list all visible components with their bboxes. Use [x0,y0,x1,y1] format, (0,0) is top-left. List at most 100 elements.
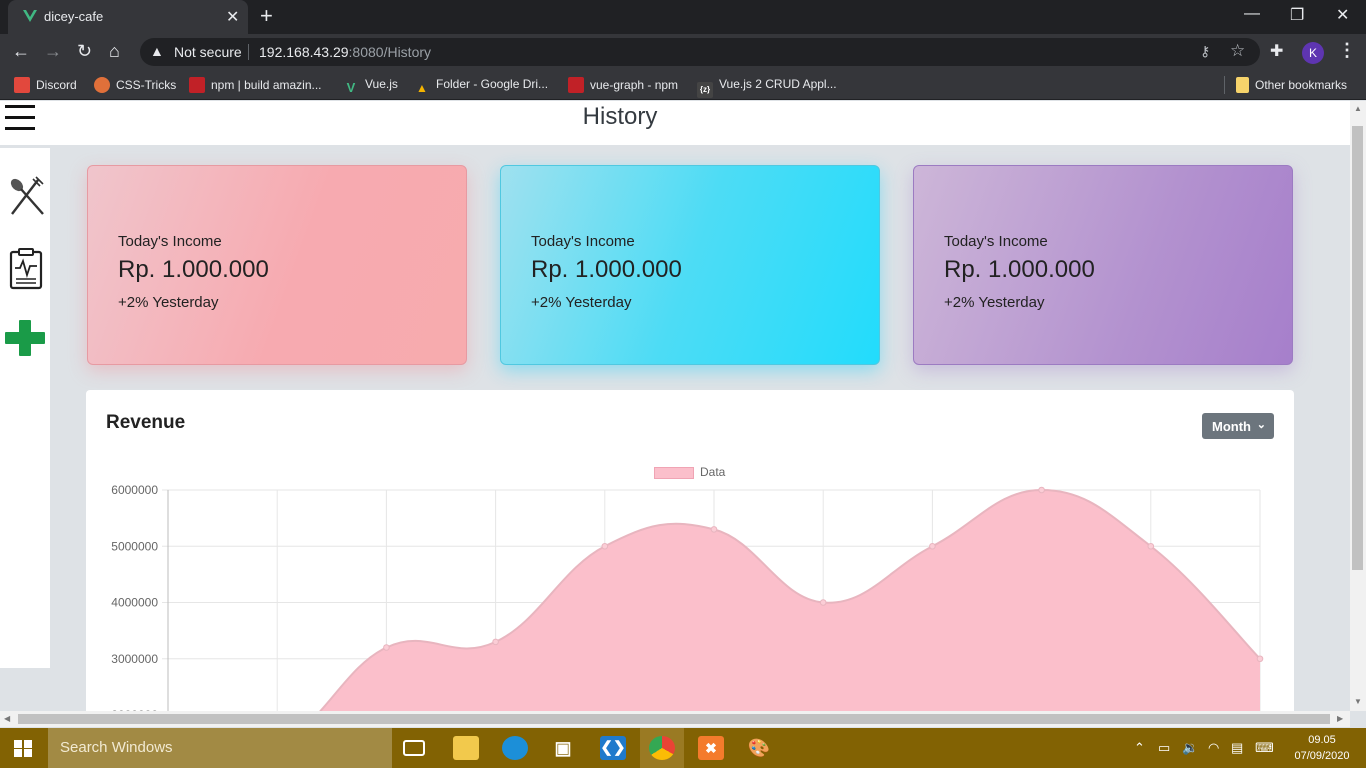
clock-date: 07/09/2020 [1294,750,1350,762]
address-bar[interactable]: ▲ Not secure 192.168.43.29:8080/History … [140,38,1260,66]
bookmark-css-tricks[interactable]: CSS-Tricks [94,77,176,93]
browser-tab[interactable]: dicey-cafe ✕ [8,0,248,34]
y-tick-label: 3000000 [111,652,158,666]
wifi-icon[interactable]: ◠ [1208,740,1219,756]
taskbar-search-input[interactable]: Search Windows [48,728,392,768]
divider [1224,76,1225,94]
bookmark-vue[interactable]: V Vue.js [343,77,398,96]
warning-icon[interactable]: ▲ [150,43,164,59]
card-label: Today's Income [118,233,222,250]
data-point [601,542,609,550]
sidebar [0,148,50,668]
scroll-left-arrow-icon[interactable]: ◀ [4,714,10,723]
y-tick-label: 5000000 [111,539,158,553]
card-change: +2% Yesterday [531,294,632,311]
revenue-chart: 60000005000000400000030000002000000 [111,483,1264,711]
bookmark-label: Vue.js [365,77,398,91]
revenue-card: Revenue Month ⌄ Data 6000000 5000000 400000… [86,390,1294,711]
y-tick-label: 6000000 [111,483,158,497]
xampp-icon[interactable]: ✖ [698,736,724,760]
battery-icon[interactable]: ▭ [1158,740,1170,756]
windows-start-icon[interactable] [14,740,32,757]
other-bookmarks-label: Other bookmarks [1255,78,1348,92]
bookmark-label: vue-graph - npm [590,78,679,92]
edge-icon[interactable] [502,736,528,760]
reload-icon[interactable]: ↻ [77,41,92,62]
add-plus-icon[interactable] [5,320,45,356]
page-title: History [582,103,658,130]
clock[interactable]: 09.05 07/09/2020 [1290,732,1354,764]
card-amount: Rp. 1.000.000 [944,256,1095,283]
npm-icon [189,77,205,93]
data-point [929,542,936,550]
bookmark-vue-crud[interactable]: {z} Vue.js 2 CRUD Appl... [697,77,837,98]
url-text[interactable]: 192.168.43.29:8080/History [259,44,431,60]
data-point [1256,655,1264,663]
npm-icon [568,77,584,93]
divider [248,44,249,60]
minimize-icon[interactable]: — [1244,5,1260,23]
card-change: +2% Yesterday [944,294,1045,311]
bookmark-discord[interactable]: Discord [14,77,77,93]
card-label: Today's Income [531,233,635,250]
income-card: Today's Income Rp. 1.000.000 +2% Yesterd… [913,165,1293,365]
page-header: History [0,101,1350,145]
income-card: Today's Income Rp. 1.000.000 +2% Yesterd… [87,165,467,365]
close-window-icon[interactable]: ✕ [1336,5,1349,25]
back-icon[interactable]: ← [12,41,30,62]
restore-icon[interactable]: ❐ [1290,5,1304,25]
home-icon[interactable]: ⌂ [109,41,120,62]
store-icon[interactable]: ▣ [550,736,576,760]
page-content: History Today's Income Rp. 1.000.000 +2%… [0,101,1350,711]
key-icon[interactable]: ⚷ [1200,43,1210,60]
bookmark-google-drive[interactable]: ▲ Folder - Google Dri... [414,77,548,96]
data-point [1147,542,1155,550]
scroll-up-arrow-icon[interactable]: ▲ [1354,104,1362,113]
task-view-icon[interactable] [403,740,425,756]
data-point [710,526,718,533]
data-point [383,644,390,651]
data-point [819,599,827,606]
new-tab-button[interactable]: + [260,3,273,29]
forward-icon[interactable]: → [44,41,62,62]
file-explorer-icon[interactable] [453,736,479,760]
vue-icon [23,10,37,22]
chrome-icon[interactable] [649,736,675,760]
avatar[interactable]: K [1302,42,1324,64]
css-tricks-icon [94,77,110,93]
url-path: :8080/History [348,44,432,60]
data-point [492,638,499,646]
income-card: Today's Income Rp. 1.000.000 +2% Yesterd… [500,165,880,365]
vscode-icon[interactable]: ❮❯ [600,736,626,760]
tray-chevron-up-icon[interactable]: ⌃ [1134,740,1145,756]
other-bookmarks[interactable]: Other bookmarks [1236,77,1347,93]
bookmark-vue-graph[interactable]: vue-graph - npm [568,77,678,93]
y-tick-label: 4000000 [111,596,158,610]
clock-time: 09.05 [1308,734,1336,746]
notification-icon[interactable]: ▤ [1231,740,1243,756]
bookmark-label: npm | build amazin... [211,78,322,92]
close-tab-icon[interactable]: ✕ [226,7,239,27]
keyboard-icon[interactable]: ⌨ [1255,740,1274,756]
paint-icon[interactable]: 🎨 [746,736,772,760]
extensions-icon[interactable]: ✚ [1270,41,1283,61]
volume-icon[interactable]: 🔉 [1182,740,1198,756]
kebab-menu-icon[interactable]: ⋮ [1338,40,1356,61]
utensils-icon[interactable] [6,176,46,218]
tab-strip: dicey-cafe ✕ + — ❐ ✕ [0,0,1366,34]
scroll-down-arrow-icon[interactable]: ▼ [1354,697,1362,706]
report-clipboard-icon[interactable] [9,248,43,290]
horizontal-scrollbar-thumb[interactable] [18,714,1330,724]
bookmarks-bar: Discord CSS-Tricks npm | build amazin...… [0,70,1366,100]
bookmark-label: Discord [36,78,77,92]
bookmark-npm[interactable]: npm | build amazin... [189,77,322,93]
scroll-right-arrow-icon[interactable]: ▶ [1337,714,1343,723]
card-change: +2% Yesterday [118,294,219,311]
vertical-scrollbar-thumb[interactable] [1352,126,1363,570]
card-label: Today's Income [944,233,1048,250]
bookmark-star-icon[interactable]: ☆ [1230,41,1245,61]
url-host: 192.168.43.29 [259,44,349,60]
bookmark-label: Vue.js 2 CRUD Appl... [719,77,837,91]
card-amount: Rp. 1.000.000 [531,256,682,283]
security-label[interactable]: Not secure [174,44,242,60]
